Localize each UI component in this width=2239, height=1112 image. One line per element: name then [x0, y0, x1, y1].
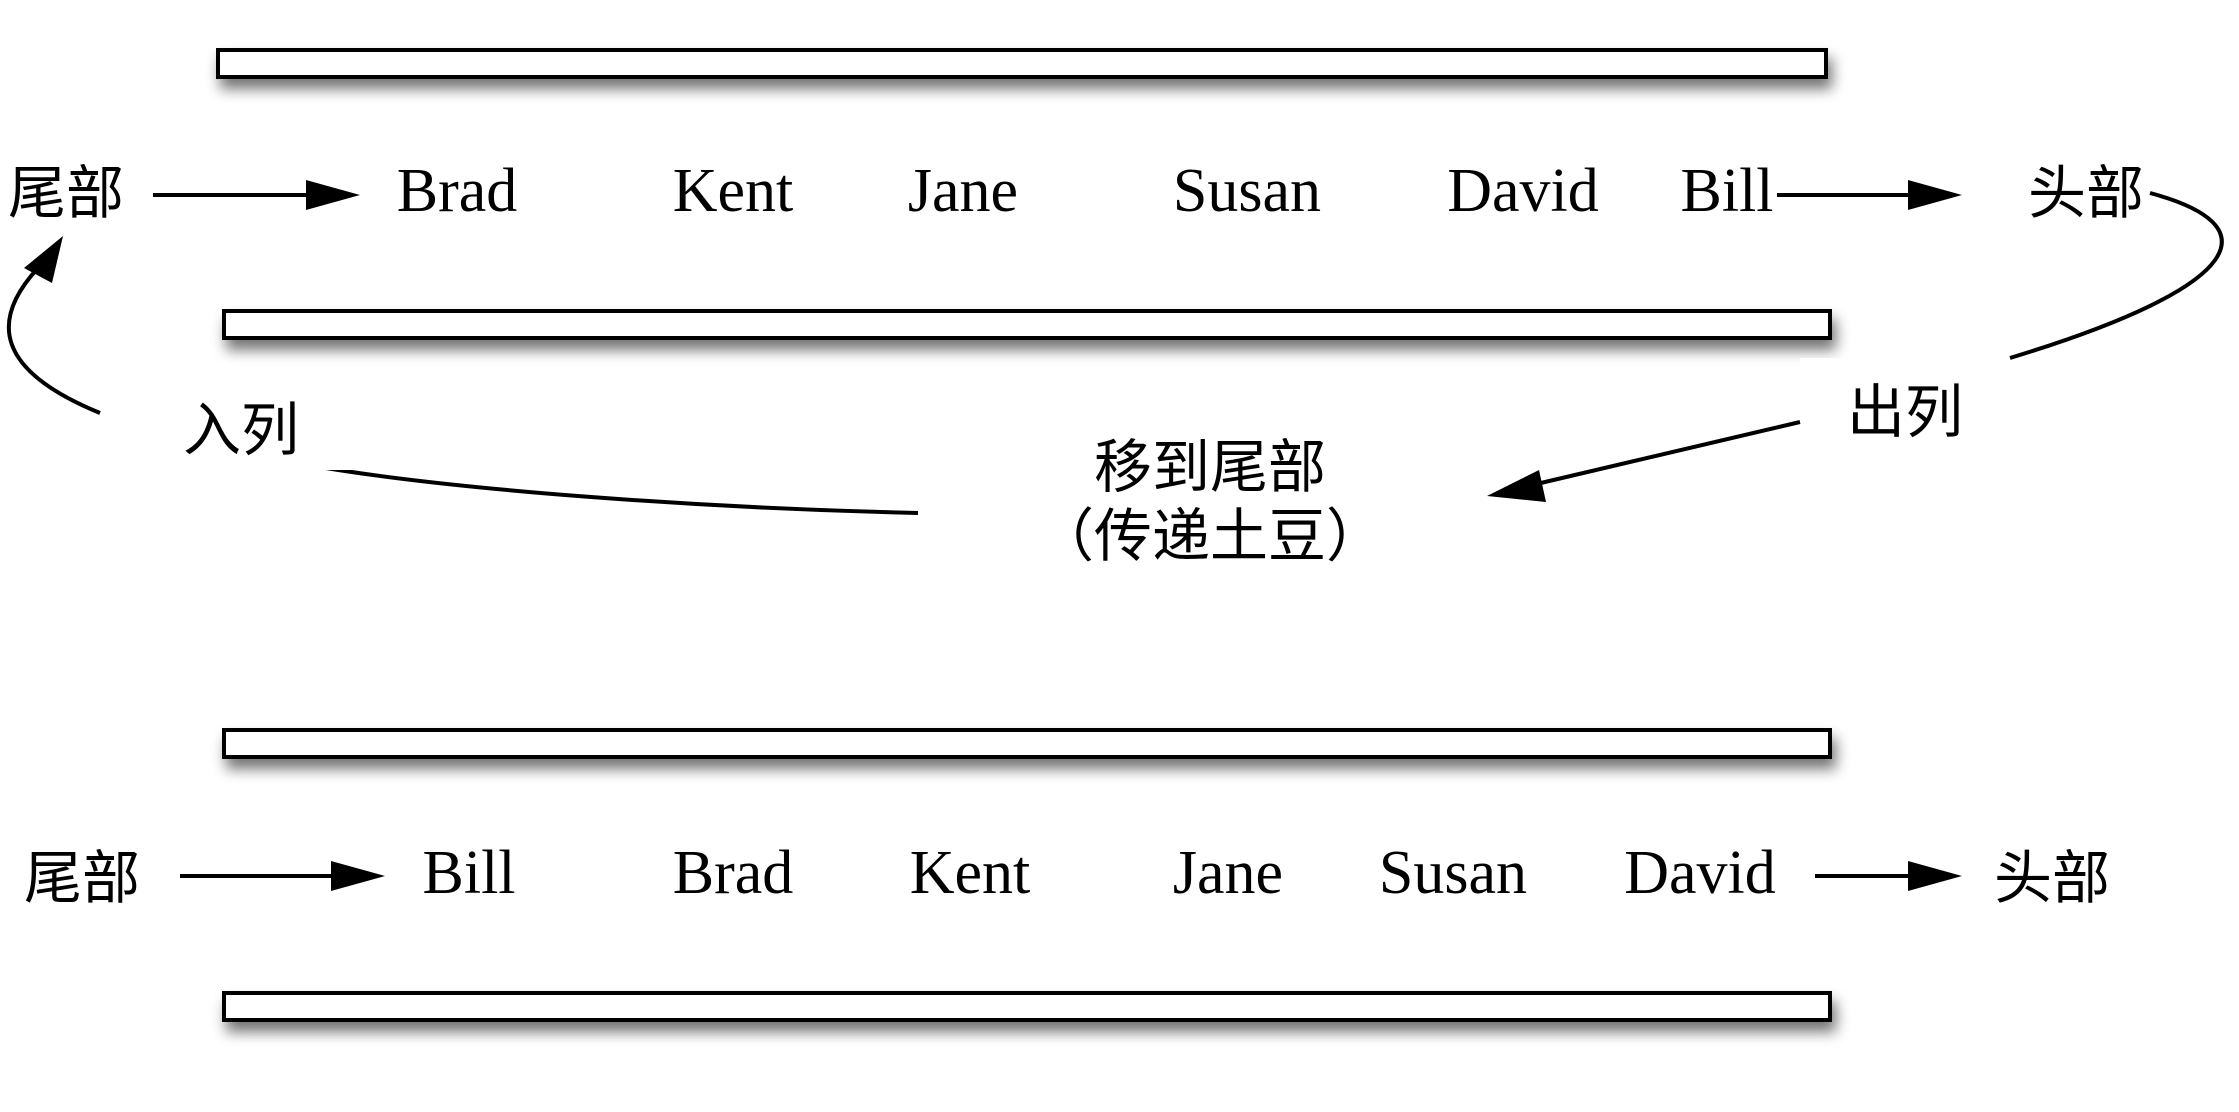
dequeue-label: 出列	[1847, 378, 1963, 446]
bottom-item-3: Kent	[910, 839, 1031, 907]
top-head-label: 头部	[2028, 159, 2144, 227]
bottom-item-1: Bill	[422, 839, 515, 907]
move-to-tail-label: 移到尾部	[1094, 433, 1326, 501]
top-item-3: Jane	[908, 157, 1018, 225]
queue-top-rail-upper	[216, 48, 1828, 79]
top-item-1: Brad	[397, 157, 518, 225]
queue-bottom-rail-upper	[222, 728, 1832, 759]
bottom-head-arrow-head	[1908, 861, 1962, 891]
top-head-arrow-head	[1908, 180, 1962, 210]
enqueue-label: 入列	[183, 396, 299, 464]
top-tail-arrow-head	[306, 180, 360, 210]
bottom-item-6: David	[1624, 839, 1776, 907]
enqueue-return-line	[307, 463, 919, 515]
move-to-tail-note: （传递土豆）	[1036, 502, 1384, 570]
top-item-5: David	[1447, 157, 1599, 225]
bottom-tail-label: 尾部	[24, 844, 140, 912]
queue-top-rail-lower	[222, 309, 1832, 340]
bottom-head-label: 头部	[1994, 844, 2110, 912]
queue-diagram: 尾部 头部 Brad Kent Jane Susan David Bill 出列…	[6, 48, 2224, 1022]
queue-bottom-rail-lower	[222, 991, 1832, 1022]
top-item-6: Bill	[1680, 157, 1773, 225]
top-tail-label: 尾部	[8, 159, 124, 227]
dequeue-arrow-head	[1487, 470, 1546, 502]
bottom-item-4: Jane	[1173, 839, 1283, 907]
bottom-item-2: Brad	[673, 839, 794, 907]
dequeue-arrow-line	[1527, 420, 1801, 488]
bottom-item-5: Susan	[1379, 839, 1527, 907]
bottom-tail-arrow-head	[331, 861, 385, 891]
enqueue-curve	[6, 266, 101, 415]
top-item-2: Kent	[673, 157, 794, 225]
top-item-4: Susan	[1173, 157, 1321, 225]
